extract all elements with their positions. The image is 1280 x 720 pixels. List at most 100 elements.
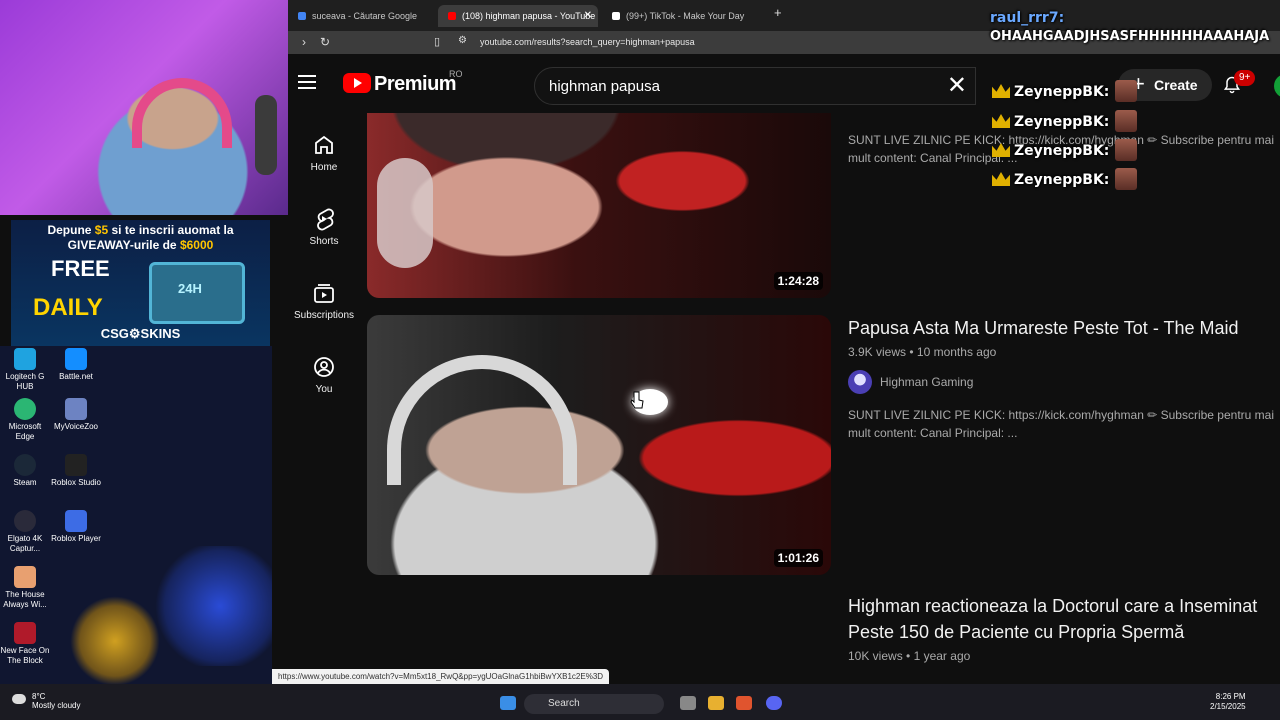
edge-icon (14, 398, 36, 420)
chat-username: raul_rrr7: (990, 10, 1065, 26)
tab-tiktok[interactable]: (99+) TikTok - Make Your Day (602, 5, 766, 27)
video-thumbnail[interactable]: 1:24:28 (367, 113, 831, 298)
discord-icon[interactable] (766, 696, 782, 710)
ad-line-2: GIVEAWAY-urile de $6000 (67, 238, 214, 252)
file-explorer-icon[interactable] (708, 696, 724, 710)
desktop-icon[interactable]: New Face On The Block (0, 622, 50, 666)
search-results: 1:24:28 SUNT LIVE ZILNIC PE KICK: https:… (360, 113, 1280, 684)
desktop-icon-label: The House Always Wi... (3, 590, 47, 609)
close-tab-icon[interactable]: ✕ (584, 5, 592, 27)
forward-icon[interactable]: › (302, 35, 306, 49)
emote-icon (1115, 80, 1138, 102)
shorts-icon (317, 208, 334, 231)
channel-name[interactable]: Highman Gaming (880, 375, 973, 389)
emote-icon (1115, 168, 1138, 190)
chat-line: ZeyneppBK: (992, 80, 1138, 102)
tab-youtube[interactable]: (108) highman papusa - YouTube ✕ (438, 5, 598, 27)
weather-widget[interactable]: 8°C Mostly cloudy (12, 692, 80, 710)
search-input[interactable] (549, 76, 929, 96)
video-meta: 3.9K views • 10 months ago (848, 345, 997, 359)
crown-icon (992, 172, 1010, 186)
video-thumbnail[interactable]: 1:01:26 (367, 315, 831, 575)
clock-date: 2/15/2025 (1210, 702, 1246, 711)
clear-search-icon[interactable]: ✕ (947, 72, 967, 100)
channel-avatar[interactable] (848, 370, 872, 394)
video-duration: 1:01:26 (773, 549, 823, 567)
task-view-icon[interactable] (680, 696, 696, 710)
sidebar-item-shorts[interactable]: Shorts (288, 207, 360, 247)
subscriptions-icon (314, 284, 334, 303)
tiktok-icon (612, 12, 620, 20)
bookmark-icon[interactable]: ▯ (434, 35, 440, 48)
sidebar-label: Home (310, 162, 338, 173)
wallpaper-glow (150, 546, 272, 666)
desktop-icon[interactable]: Roblox Studio (51, 454, 101, 488)
avatar[interactable] (1274, 74, 1280, 98)
system-clock[interactable]: 8:26 PM 2/15/2025 (1210, 692, 1246, 712)
clock-time: 8:26 PM (1215, 692, 1246, 701)
upload-age: 1 year ago (913, 649, 971, 663)
desktop-icon[interactable]: Elgato 4K Captur... (0, 510, 50, 554)
tab-title: (108) highman papusa - YouTube (462, 11, 596, 21)
channel-link[interactable]: Highman Gaming (848, 370, 1280, 394)
youtube-logo-icon[interactable] (343, 73, 371, 93)
desktop-icon-label: Roblox Studio (51, 478, 101, 487)
desktop-icon[interactable]: Roblox Player (51, 510, 101, 544)
video-title[interactable]: Highman reactioneaza la Doctorul care a … (848, 593, 1268, 645)
emote-icon (1115, 110, 1138, 132)
menu-icon[interactable] (298, 75, 316, 89)
video-title[interactable]: Papusa Asta Ma Urmareste Peste Tot - The… (848, 315, 1280, 341)
desktop-icon[interactable]: MyVoiceZoo (51, 398, 101, 432)
url-field[interactable]: youtube.com/results?search_query=highman… (448, 34, 1048, 51)
video-meta: 10K views • 1 year ago (848, 649, 971, 663)
ad-line-1: Depune $5 si te inscrii auomat la (47, 223, 234, 237)
ad-daily: DAILY (33, 294, 103, 321)
webcam-overlay (0, 0, 288, 215)
desktop-icon-label: MyVoiceZoo (53, 422, 99, 431)
reload-icon[interactable]: ↻ (320, 35, 330, 49)
chat-username: ZeyneppBK: (1014, 114, 1110, 130)
desktop-icon-label: Elgato 4K Captur... (7, 534, 43, 553)
thumbnail-figure (387, 355, 577, 485)
youtube-icon (448, 12, 456, 20)
logitech-icon (14, 348, 36, 370)
video-duration: 1:24:28 (773, 272, 823, 290)
youtube-sidebar: Home Shorts Subscriptions You (288, 113, 360, 684)
sidebar-item-home[interactable]: Home (288, 133, 360, 173)
google-icon (298, 12, 306, 20)
elgato-icon (14, 510, 36, 532)
ad-brand: CSG⚙SKINS (100, 326, 181, 341)
crown-icon (992, 114, 1010, 128)
tab-google[interactable]: suceava - Căutare Google (288, 5, 436, 27)
desktop-icon[interactable]: Logitech G HUB (0, 348, 50, 392)
sidebar-item-subscriptions[interactable]: Subscriptions (288, 281, 360, 321)
country-code: RO (449, 69, 463, 79)
desktop-icon[interactable]: Battle.net (51, 348, 101, 382)
result-details: Highman reactioneaza la Doctorul care a … (848, 593, 1280, 663)
you-icon (314, 357, 334, 377)
desktop-icon[interactable]: The House Always Wi... (0, 566, 50, 610)
home-icon (315, 135, 333, 154)
desktop: Logitech G HUB Battle.net Microsoft Edge… (0, 346, 272, 684)
desktop-icon-label: New Face On The Block (0, 646, 50, 665)
chat-username: ZeyneppBK: (1014, 84, 1110, 100)
weather-desc: Mostly cloudy (32, 701, 81, 710)
crate-label: 24H (178, 281, 202, 296)
brave-icon[interactable] (736, 696, 752, 710)
crown-icon (992, 84, 1010, 98)
desktop-icon-label: Logitech G HUB (5, 372, 45, 391)
start-icon[interactable] (500, 696, 516, 710)
chat-message: OHAAHGAADJHSASFHHHHHHAAAHAJA (990, 29, 1270, 44)
headphones (132, 78, 232, 148)
screen: Depune $5 si te inscrii auomat la GIVEAW… (0, 0, 1280, 720)
desktop-icon[interactable]: Steam (0, 454, 50, 488)
desktop-icon-label: Microsoft Edge (8, 422, 42, 441)
desktop-icon[interactable]: Microsoft Edge (0, 398, 50, 442)
emote-icon (1115, 139, 1138, 161)
new-tab-button[interactable]: + (774, 5, 782, 20)
battlenet-icon (65, 348, 87, 370)
windows-taskbar: 8°C Mostly cloudy Search 8:26 PM 2/15/2025 (0, 684, 1280, 720)
sidebar-item-you[interactable]: You (288, 355, 360, 395)
taskbar-search[interactable]: Search (524, 694, 664, 714)
youtube-logo-text[interactable]: Premium (374, 73, 457, 96)
